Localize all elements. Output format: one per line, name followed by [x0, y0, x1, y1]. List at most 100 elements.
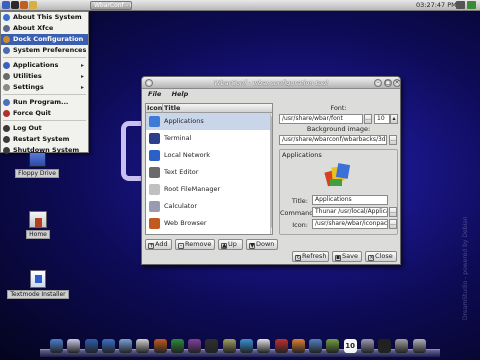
- taskbar-button-wbarconf[interactable]: WbarConf - wbar.con...: [90, 1, 132, 10]
- terminal-icon[interactable]: [11, 1, 19, 9]
- settings-icon[interactable]: [395, 339, 409, 353]
- list-row[interactable]: Web Browser: [146, 215, 272, 232]
- force-quit-icon: [3, 110, 10, 117]
- desktop-icon-home[interactable]: Home: [22, 211, 54, 239]
- submenu-arrow-icon: ▸: [80, 84, 84, 91]
- icon-path-field[interactable]: /usr/share/wbar/iconpac: [312, 219, 388, 229]
- background-browse-button[interactable]: ...: [389, 135, 397, 145]
- desktop-icon-floppy-drive[interactable]: Floppy Drive: [14, 152, 60, 178]
- browser-icon[interactable]: [20, 1, 28, 9]
- menu-item-force-quit[interactable]: Force Quit: [1, 108, 88, 119]
- command-browse-button[interactable]: ...: [389, 207, 397, 217]
- screen-icon[interactable]: [101, 339, 115, 353]
- remove-icon: -: [178, 242, 184, 249]
- browser-icon[interactable]: [153, 339, 167, 353]
- add-button[interactable]: +Add: [145, 239, 172, 250]
- menu-item-applications[interactable]: Applications ▸: [1, 60, 88, 71]
- terminal-icon[interactable]: [378, 339, 392, 353]
- font-size-field[interactable]: 10: [374, 114, 390, 124]
- font-size-stepper[interactable]: ▴: [390, 114, 398, 124]
- document-icon[interactable]: [257, 339, 271, 353]
- command-field[interactable]: Thunar /usr/local/Applica: [312, 207, 388, 217]
- menu-item-label: Settings: [13, 83, 44, 91]
- close-button[interactable]: ×Close: [365, 251, 397, 262]
- arrow-down-icon: ▼: [249, 242, 255, 249]
- network-icon[interactable]: [119, 339, 133, 353]
- run-icon: [3, 99, 10, 106]
- title-field[interactable]: Applications: [312, 195, 388, 205]
- photo-icon[interactable]: [222, 339, 236, 353]
- mail-icon[interactable]: [67, 339, 81, 353]
- launcher-list[interactable]: Icon Title Applications Terminal Local Netw…: [145, 103, 273, 235]
- network-icon: [149, 150, 160, 161]
- video-icon[interactable]: [205, 339, 219, 353]
- applications-icon: [149, 116, 160, 127]
- list-row[interactable]: Applications: [146, 113, 272, 130]
- list-scrollbar[interactable]: [270, 114, 272, 234]
- installer-icon: [30, 270, 46, 288]
- dock-graphic-decoration: [121, 121, 143, 181]
- menu-icon[interactable]: [2, 1, 10, 9]
- office-icon[interactable]: [309, 339, 323, 353]
- font-path-field[interactable]: /usr/share/wbar/font: [279, 114, 363, 124]
- down-button[interactable]: ▼Down: [246, 239, 278, 250]
- pdf-icon[interactable]: [274, 339, 288, 353]
- window-menubar: File Help: [142, 89, 400, 99]
- calculator-icon[interactable]: [360, 339, 374, 353]
- scrollbar-thumb[interactable]: [271, 116, 272, 228]
- menu-item-settings[interactable]: Settings ▸: [1, 82, 88, 93]
- window-title: WbarConf - wbar.configuration tool: [214, 79, 328, 87]
- background-path-field[interactable]: /usr/share/wbarconf/wbarbacks/3de: [279, 135, 387, 145]
- paint-icon[interactable]: [291, 339, 305, 353]
- menu-item-label: Force Quit: [13, 109, 51, 117]
- menu-item-run-program[interactable]: Run Program...: [1, 97, 88, 108]
- menu-file[interactable]: File: [148, 90, 161, 98]
- list-row[interactable]: Text Editor: [146, 164, 272, 181]
- menu-item-dock-configuration[interactable]: Dock Configuration: [1, 34, 88, 45]
- minimize-button[interactable]: -: [374, 79, 382, 87]
- home-icon: [29, 211, 47, 228]
- filemanager-icon: [149, 184, 160, 195]
- folder-icon[interactable]: [29, 1, 37, 9]
- desktop-icon-textmode-installer[interactable]: Textmode Installer: [6, 270, 70, 299]
- monitor-icon[interactable]: [84, 339, 98, 353]
- column-header-title[interactable]: Title: [163, 104, 180, 113]
- maximize-button[interactable]: □: [384, 79, 392, 87]
- command-label: Command:: [280, 209, 316, 217]
- menu-item-restart-system[interactable]: Restart System: [1, 134, 88, 145]
- submenu-arrow-icon: ▸: [80, 73, 84, 80]
- menu-item-utilities[interactable]: Utilities ▸: [1, 71, 88, 82]
- web-icon[interactable]: [240, 339, 253, 353]
- volume-icon[interactable]: [456, 1, 465, 9]
- music-icon[interactable]: [188, 339, 202, 353]
- column-header-icon[interactable]: Icon: [146, 104, 163, 113]
- chat-icon[interactable]: [170, 339, 184, 353]
- window-titlebar[interactable]: WbarConf - wbar.configuration tool - □ ×: [142, 77, 400, 89]
- close-window-button[interactable]: ×: [393, 79, 400, 87]
- save-button[interactable]: ▪ Save: [332, 251, 362, 262]
- menu-item-label: About Xfce: [13, 24, 54, 32]
- menu-item-log-out[interactable]: Log Out: [1, 123, 88, 134]
- menu-item-about-xfce[interactable]: About Xfce: [1, 23, 88, 34]
- battery-icon[interactable]: [467, 1, 476, 9]
- calendar-icon[interactable]: 10: [343, 339, 357, 353]
- trash-icon[interactable]: [412, 339, 426, 353]
- refresh-button[interactable]: ↻Refresh: [292, 251, 329, 262]
- list-row[interactable]: Local Network: [146, 147, 272, 164]
- up-button[interactable]: ▲Up: [218, 239, 243, 250]
- icon-browse-button[interactable]: ...: [389, 219, 397, 229]
- list-row[interactable]: Calculator: [146, 198, 272, 215]
- menu-item-system-preferences[interactable]: System Preferences: [1, 45, 88, 56]
- text-editor-icon: [149, 167, 160, 178]
- finder-icon[interactable]: [50, 339, 63, 353]
- font-browse-button[interactable]: ...: [364, 114, 372, 124]
- menu-help[interactable]: Help: [172, 90, 189, 98]
- remove-button[interactable]: - Remove: [175, 239, 215, 250]
- launcher-preview-icon[interactable]: [324, 163, 351, 187]
- list-row[interactable]: Terminal: [146, 130, 272, 147]
- editor-icon[interactable]: [326, 339, 340, 353]
- menu-item-about-this-system[interactable]: About This System: [1, 12, 88, 23]
- list-row[interactable]: Root FileManager: [146, 181, 272, 198]
- up-button-label: Up: [228, 240, 237, 248]
- disc-icon[interactable]: [136, 339, 150, 353]
